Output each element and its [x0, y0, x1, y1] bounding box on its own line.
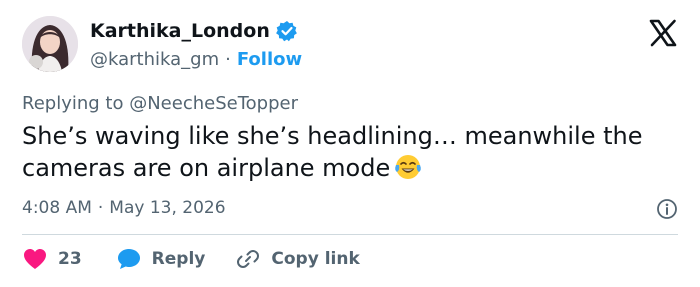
copy-link-button[interactable]: Copy link — [235, 246, 360, 272]
divider — [22, 234, 678, 235]
replying-to: Replying to @NeecheSeTopper — [22, 93, 298, 114]
avatar[interactable] — [22, 16, 78, 72]
verified-badge-icon — [275, 20, 298, 42]
separator: · — [97, 198, 104, 218]
author-name-row: Karthika_London — [90, 20, 298, 42]
like-button[interactable]: 23 — [22, 246, 82, 272]
tweet-date: May 13, 2026 — [109, 198, 226, 218]
copy-link-label: Copy link — [271, 249, 360, 269]
heart-icon — [24, 249, 46, 269]
reply-button[interactable]: Reply — [116, 246, 206, 272]
link-icon — [237, 250, 260, 268]
info-icon[interactable] — [656, 198, 678, 220]
author-handle[interactable]: @karthika_gm — [90, 49, 219, 70]
tweet-card: Karthika_London @karthika_gm · Follow Re… — [0, 0, 700, 287]
separator: · — [225, 49, 231, 70]
replying-to-prefix: Replying to — [22, 93, 124, 114]
tweet-body: She’s waving like she’s headlining… mean… — [22, 122, 643, 182]
x-logo-icon[interactable] — [648, 18, 678, 48]
speech-bubble-icon — [117, 249, 140, 269]
tweet-time: 4:08 AM — [22, 198, 92, 218]
tweet-text: She’s waving like she’s headlining… mean… — [22, 120, 662, 184]
author-handle-row: @karthika_gm · Follow — [90, 49, 302, 70]
face-with-tears-of-joy-icon — [394, 153, 422, 181]
action-bar: 23 Reply Copy link — [22, 246, 360, 272]
like-count: 23 — [58, 249, 82, 269]
author-display-name[interactable]: Karthika_London — [90, 20, 270, 42]
follow-button[interactable]: Follow — [237, 49, 302, 70]
tweet-timestamp[interactable]: 4:08 AM · May 13, 2026 — [22, 198, 226, 218]
replying-to-mention[interactable]: @NeecheSeTopper — [129, 93, 298, 114]
reply-label: Reply — [151, 249, 206, 269]
